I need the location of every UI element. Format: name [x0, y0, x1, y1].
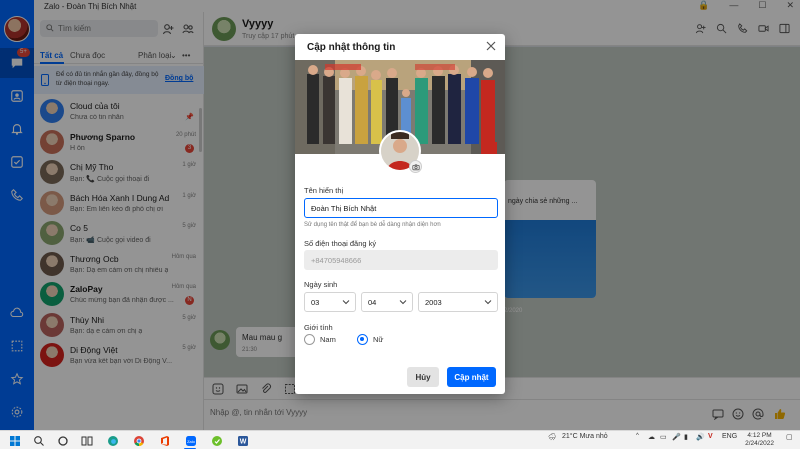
windows-start-icon[interactable]	[8, 434, 21, 447]
radio-male-dot[interactable]	[304, 334, 315, 345]
weather-icon[interactable]: 🌧	[548, 433, 557, 441]
windows-taskbar: Zalo W 🌧 21°C Mưa nhỏ ^ ☁ ▭ 🎤 ▮ 🔊 V ENG …	[0, 430, 800, 449]
gender-label: Giới tính	[304, 323, 333, 332]
update-info-dialog: Cập nhật thông tin Tên hiển thị Đoàn Thị…	[295, 34, 505, 394]
close-icon[interactable]	[485, 40, 497, 52]
display-name-label: Tên hiển thị	[304, 186, 344, 195]
radio-female-dot[interactable]	[357, 334, 368, 345]
green-app-icon[interactable]	[210, 434, 223, 447]
dialog-title: Cập nhật thông tin	[307, 42, 396, 53]
svg-text:Zalo: Zalo	[187, 439, 196, 444]
year-value: 2003	[425, 297, 442, 307]
volume-icon[interactable]: 🔊	[696, 433, 705, 441]
chevron-down-icon	[342, 298, 350, 306]
task-view-icon[interactable]	[80, 434, 93, 447]
update-button[interactable]: Cập nhật	[447, 367, 496, 387]
birthday-label: Ngày sinh	[304, 280, 338, 289]
office-icon[interactable]	[158, 434, 171, 447]
cloud-sync-icon[interactable]: ☁	[648, 433, 655, 441]
language-indicator[interactable]: ENG	[722, 433, 737, 440]
clock-date: 2/24/2022	[745, 440, 774, 447]
day-select[interactable]: 03	[304, 292, 356, 312]
word-icon[interactable]: W	[236, 434, 249, 447]
gender-male-radio[interactable]: Nam	[304, 334, 336, 345]
gender-male-label: Nam	[320, 335, 336, 344]
microphone-icon[interactable]: 🎤	[672, 433, 681, 441]
month-select[interactable]: 04	[361, 292, 413, 312]
cancel-button[interactable]: Hủy	[407, 367, 439, 387]
clock-time: 4:12 PM	[747, 432, 772, 439]
chrome-icon[interactable]	[132, 434, 145, 447]
chevron-down-icon	[399, 298, 407, 306]
month-value: 04	[368, 297, 377, 307]
taskbar-search-icon[interactable]	[32, 434, 45, 447]
chevron-down-icon	[484, 298, 492, 306]
tray-chevron-icon[interactable]: ^	[636, 433, 639, 439]
battery-icon[interactable]: ▮	[684, 433, 688, 441]
clock[interactable]: 4:12 PM 2/24/2022	[745, 432, 774, 448]
camera-icon[interactable]	[409, 160, 422, 173]
display-name-hint: Sử dụng tên thật để bạn bè dễ dàng nhận …	[304, 222, 441, 228]
unikey-icon[interactable]: V	[708, 433, 713, 440]
day-value: 03	[311, 297, 320, 307]
cortana-icon[interactable]	[56, 434, 69, 447]
edge-icon[interactable]	[106, 434, 119, 447]
notification-icon[interactable]: ▢	[786, 433, 793, 441]
phone-field	[304, 250, 498, 270]
phone-label: Số điện thoại đăng ký	[304, 239, 377, 248]
gender-female-radio[interactable]: Nữ	[357, 334, 383, 345]
svg-text:W: W	[239, 438, 246, 445]
year-select[interactable]: 2003	[418, 292, 498, 312]
weather-text[interactable]: 21°C Mưa nhỏ	[562, 433, 608, 440]
zalo-taskbar-icon[interactable]: Zalo	[184, 434, 197, 447]
network-icon[interactable]: ▭	[660, 433, 667, 441]
display-name-input[interactable]	[304, 198, 498, 218]
gender-female-label: Nữ	[373, 335, 384, 344]
